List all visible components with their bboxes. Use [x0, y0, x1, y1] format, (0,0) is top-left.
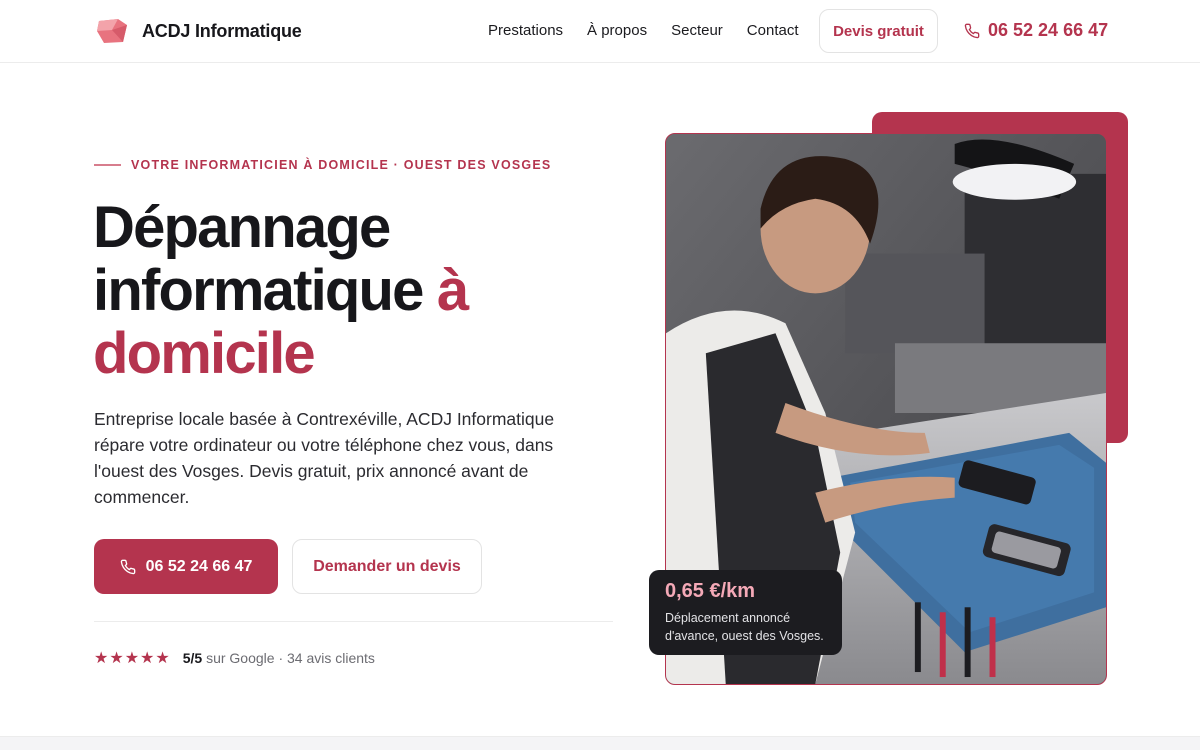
- eyebrow-text: VOTRE INFORMATICIEN À DOMICILE · OUEST D…: [131, 158, 552, 172]
- eyebrow-divider: [94, 164, 121, 166]
- phone-icon: [120, 559, 135, 574]
- nav-link-prestations[interactable]: Prestations: [488, 22, 563, 39]
- headline-line-2: informatique: [93, 258, 424, 323]
- price-note: Déplacement annoncé d'avance, ouest des …: [665, 611, 824, 643]
- logo-mark-icon: [97, 19, 127, 43]
- nav-link-a-propos[interactable]: À propos: [587, 22, 647, 39]
- headline-line-1: Dépannage: [93, 195, 391, 260]
- main-nav: Prestations À propos Secteur Contact: [488, 22, 823, 39]
- next-section-edge: [0, 736, 1200, 750]
- hero-headline: Dépannage informatique à domicile: [93, 196, 613, 385]
- nav-link-contact[interactable]: Contact: [747, 22, 799, 39]
- brand-name: ACDJ Informatique: [142, 20, 302, 41]
- rating-score: 5/5: [182, 650, 203, 666]
- google-rating: ★★★★★ 5/5 sur Google · 34 avis clients: [94, 648, 375, 668]
- price-per-km: 0,65 €/km: [665, 580, 756, 602]
- call-button-label: 06 52 24 66 47: [145, 557, 253, 575]
- header-phone-link[interactable]: 06 52 24 66 47: [964, 20, 1108, 41]
- brand-logo[interactable]: ACDJ Informatique: [96, 17, 302, 45]
- hero-eyebrow: VOTRE INFORMATICIEN À DOMICILE · OUEST D…: [94, 158, 551, 172]
- phone-icon: [964, 23, 980, 38]
- nav-link-secteur[interactable]: Secteur: [671, 22, 723, 39]
- hero-cta-row: 06 52 24 66 47 Demander un devis: [94, 539, 482, 594]
- headline-accent-domicile: domicile: [93, 321, 316, 386]
- hero-description: Entreprise locale basée à Contrexéville,…: [94, 409, 555, 507]
- request-quote-button[interactable]: Demander un devis: [292, 539, 482, 594]
- header-phone-number: 06 52 24 66 47: [988, 20, 1109, 40]
- site-header: ACDJ Informatique Prestations À propos S…: [0, 0, 1200, 63]
- rating-text: sur Google · 34 avis clients: [206, 650, 375, 666]
- hero-divider: [94, 621, 613, 622]
- call-button[interactable]: 06 52 24 66 47: [94, 539, 278, 594]
- free-quote-button[interactable]: Devis gratuit: [819, 9, 938, 53]
- travel-price-card: 0,65 €/km Déplacement annoncé d'avance, …: [649, 570, 842, 655]
- rating-stars: ★★★★★: [94, 650, 171, 667]
- headline-accent-a: à: [436, 258, 469, 323]
